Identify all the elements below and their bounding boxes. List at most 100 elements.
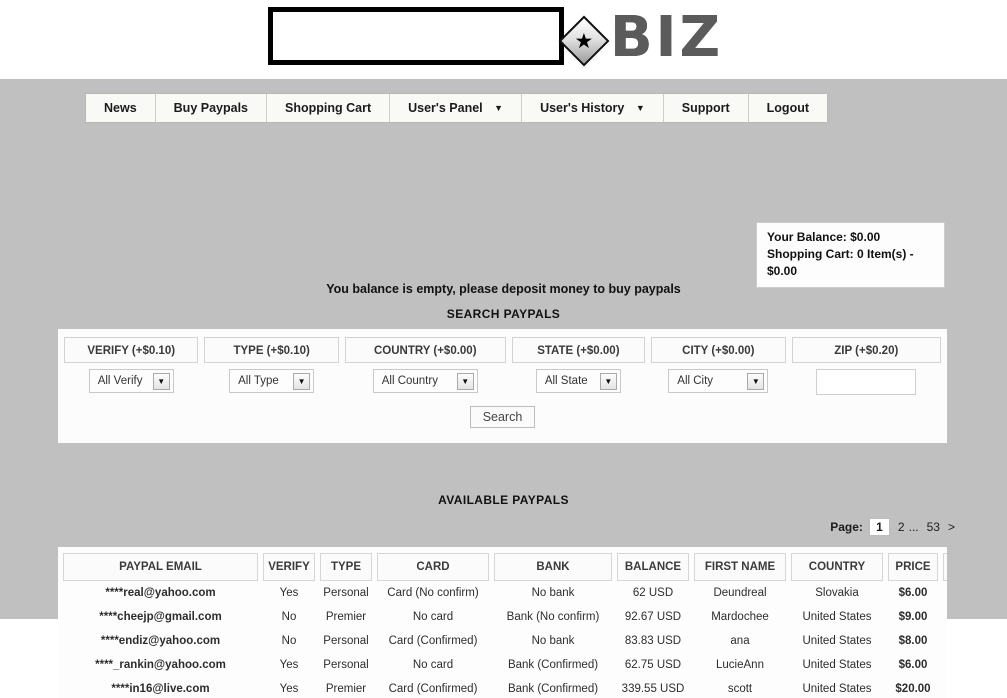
cell-first-name: Mardochee — [711, 611, 769, 623]
site-header: ★ BIZ — [0, 0, 1007, 79]
nav-item-news[interactable]: News — [86, 94, 156, 122]
cell-verify: No — [281, 635, 297, 647]
cell-select[interactable] — [943, 629, 947, 653]
filter-cell-zip — [792, 369, 941, 395]
nav-label: Support — [681, 101, 730, 115]
balance-text: Your Balance: $0.00 — [767, 230, 881, 244]
state-select-value: All State — [544, 375, 588, 387]
table-body: ****real@yahoo.com Yes Personal Card (No… — [63, 581, 947, 698]
star-diamond-icon: ★ — [558, 15, 610, 67]
cell-balance: 62 USD — [632, 587, 674, 599]
col-header-select-all[interactable] — [943, 553, 947, 581]
state-select[interactable]: All State ▼ — [535, 369, 621, 393]
cell-bank: No bank — [531, 587, 575, 599]
nav-item-shopping-cart[interactable]: Shopping Cart — [267, 94, 391, 122]
cell-type: Personal — [323, 659, 369, 671]
cell-select[interactable] — [943, 677, 947, 698]
col-header-first-name[interactable]: FIRST NAME — [694, 553, 786, 581]
verify-select[interactable]: All Verify ▼ — [88, 369, 174, 393]
table-row: ****_rankin@yahoo.com Yes Personal No ca… — [63, 653, 947, 677]
cell-country: United States — [802, 683, 872, 695]
col-header-balance[interactable]: BALANCE — [617, 553, 689, 581]
nav-item-logout[interactable]: Logout — [748, 94, 827, 122]
cell-email: ****real@yahoo.com — [105, 587, 216, 599]
cell-country: United States — [802, 635, 872, 647]
cell-email: ****in16@live.com — [111, 683, 210, 695]
cell-first-name: ana — [730, 635, 750, 647]
pagination-current-page: 1 — [868, 518, 890, 536]
cell-bank: No bank — [531, 635, 575, 647]
col-header-type[interactable]: TYPE — [320, 553, 372, 581]
star-icon: ★ — [574, 29, 594, 53]
nav-item-support[interactable]: Support — [663, 94, 749, 122]
chevron-down-icon: ▼ — [152, 372, 170, 390]
results-panel: PAYPAL EMAIL VERIFY TYPE CARD BANK BALAN… — [58, 547, 947, 698]
country-select[interactable]: All Country ▼ — [372, 369, 478, 393]
cell-email: ****_rankin@yahoo.com — [95, 659, 226, 671]
filter-header-state: STATE (+$0.00) — [511, 337, 646, 363]
cell-select[interactable] — [943, 605, 947, 629]
filter-header-country: COUNTRY (+$0.00) — [344, 337, 506, 363]
col-header-card[interactable]: CARD — [377, 553, 489, 581]
verify-select-value: All Verify — [97, 375, 143, 387]
cell-verify: Yes — [279, 659, 299, 671]
cell-balance: 62.75 USD — [624, 659, 682, 671]
cell-balance: 339.55 USD — [621, 683, 685, 695]
pagination-last-page[interactable]: 53 — [927, 520, 940, 534]
pagination-ellipsis: ... — [908, 520, 919, 534]
available-section-title: AVAILABLE PAYPALS — [438, 493, 569, 507]
nav-item-users-panel[interactable]: User's Panel ▼ — [390, 94, 523, 122]
cell-verify: No — [281, 611, 297, 623]
table-header-row: PAYPAL EMAIL VERIFY TYPE CARD BANK BALAN… — [63, 553, 947, 581]
cell-select[interactable] — [943, 653, 947, 677]
table-row: ****endiz@yahoo.com No Personal Card (Co… — [63, 629, 947, 653]
cell-balance: 83.83 USD — [624, 635, 682, 647]
col-header-paypal-email[interactable]: PAYPAL EMAIL — [63, 553, 258, 581]
logo-wordmark: BIZ — [610, 5, 724, 70]
cell-email: ****cheejp@gmail.com — [99, 611, 222, 623]
cell-country: United States — [802, 611, 872, 623]
chevron-down-icon: ▼ — [635, 103, 645, 113]
col-header-bank[interactable]: BANK — [494, 553, 612, 581]
cell-first-name: scott — [727, 683, 753, 695]
cell-type: Personal — [323, 587, 369, 599]
filter-cell-type: All Type ▼ — [204, 369, 338, 395]
city-select[interactable]: All City ▼ — [668, 369, 769, 393]
chevron-down-icon: ▼ — [293, 372, 311, 390]
pagination-page-2[interactable]: 2 — [898, 520, 905, 534]
cell-price: $6.00 — [898, 659, 928, 671]
nav-label: News — [104, 101, 137, 115]
nav-item-users-history[interactable]: User's History ▼ — [522, 94, 664, 122]
search-button[interactable]: Search — [469, 406, 536, 428]
col-header-country[interactable]: COUNTRY — [791, 553, 883, 581]
page-body: News Buy Paypals Shopping Cart User's Pa… — [0, 79, 1007, 698]
city-select-value: All City — [677, 375, 714, 387]
pagination-next-arrow[interactable]: > — [948, 520, 955, 534]
nav-label: User's History — [540, 101, 625, 115]
shopping-cart-text: Shopping Cart: 0 Item(s) - $0.00 — [767, 247, 914, 278]
cell-bank: Bank (No confirm) — [506, 611, 600, 623]
col-header-price[interactable]: PRICE — [888, 553, 938, 581]
type-select[interactable]: All Type ▼ — [229, 369, 315, 393]
cell-card: Card (Confirmed) — [388, 683, 478, 695]
cell-card: No card — [412, 611, 454, 623]
zip-input[interactable] — [816, 369, 917, 395]
cell-card: Card (No confirm) — [387, 587, 479, 599]
table-row: ****cheejp@gmail.com No Premier No card … — [63, 605, 947, 629]
cell-select[interactable] — [943, 581, 947, 605]
cell-price: $20.00 — [895, 683, 931, 695]
nav-item-buy-paypals[interactable]: Buy Paypals — [155, 94, 267, 122]
country-select-value: All Country — [381, 375, 438, 387]
account-summary-box: Your Balance: $0.00 Shopping Cart: 0 Ite… — [756, 222, 945, 288]
empty-balance-notice: You balance is empty, please deposit mon… — [326, 282, 681, 296]
chevron-down-icon: ▼ — [599, 372, 617, 390]
table-row: ****in16@live.com Yes Premier Card (Conf… — [63, 677, 947, 698]
col-header-verify[interactable]: VERIFY — [263, 553, 315, 581]
search-button-row: Search — [58, 395, 947, 428]
cell-price: $8.00 — [898, 635, 928, 647]
nav-label: Logout — [766, 101, 809, 115]
type-select-value: All Type — [238, 375, 279, 387]
cell-first-name: Deundreal — [713, 587, 767, 599]
filter-header-row: VERIFY (+$0.10) TYPE (+$0.10) COUNTRY (+… — [58, 329, 947, 363]
cell-type: Personal — [323, 635, 369, 647]
